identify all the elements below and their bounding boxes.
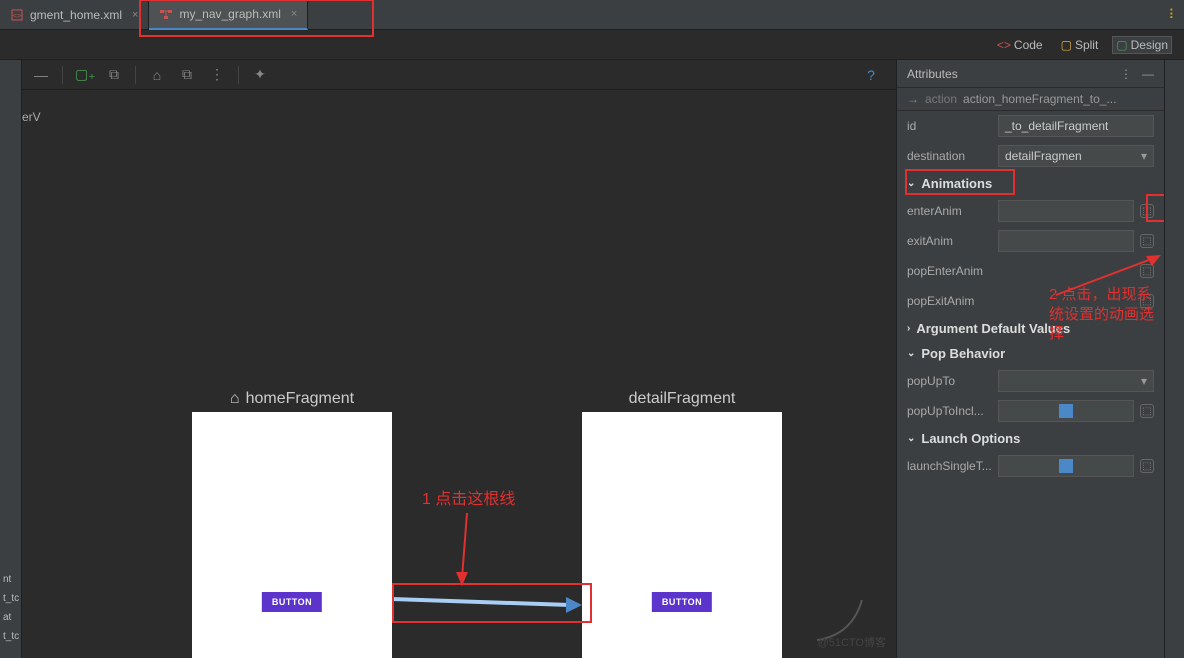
popuptoincl-checkbox[interactable]	[998, 400, 1134, 422]
truncated-text: erV	[22, 110, 41, 124]
sparkle-icon[interactable]: ⠇	[1168, 7, 1178, 23]
id-input[interactable]: _to_detailFragment	[998, 115, 1154, 137]
fragment-home[interactable]: ⌂ homeFragment BUTTON	[192, 390, 392, 658]
nest-graph-icon[interactable]: ⧉	[105, 66, 123, 83]
arrow-icon: →	[907, 92, 919, 106]
gutter-item: nt	[0, 570, 21, 589]
more-icon[interactable]: ⋮	[1120, 67, 1132, 81]
attributes-panel: Attributes ⋮ — → actionaction_homeFragmen…	[896, 60, 1164, 658]
section-animations[interactable]: ⌄ Animations	[897, 171, 1164, 196]
picker-icon[interactable]: ⬚	[1140, 234, 1154, 248]
exitanim-input[interactable]	[998, 230, 1134, 252]
attr-popuptoincl-row: popUpToIncl... ⬚	[897, 396, 1164, 426]
gutter-item: at	[0, 608, 21, 627]
view-split-btn[interactable]: ▢Split	[1057, 36, 1103, 54]
section-launch[interactable]: ⌄ Launch Options	[897, 426, 1164, 451]
fragment-preview: BUTTON	[192, 412, 392, 658]
auto-arrange-icon[interactable]: ✦	[251, 66, 269, 83]
destination-dropdown[interactable]: detailFragmen▾	[998, 145, 1154, 167]
right-gutter	[1164, 60, 1184, 658]
annotation-box-picker	[1146, 194, 1164, 222]
left-gutter: nt t_tc at t_tc	[0, 60, 22, 658]
link-icon[interactable]: ⧉	[178, 66, 196, 83]
home-icon[interactable]: ⌂	[148, 67, 166, 83]
attr-popupto-row: popUpTo ▾	[897, 366, 1164, 396]
home-icon: ⌂	[230, 390, 240, 408]
attr-enteranim-row: enterAnim ⬚	[897, 196, 1164, 226]
chevron-down-icon: ▾	[1141, 374, 1147, 388]
collapse-icon[interactable]: —	[32, 67, 50, 83]
chevron-down-icon: ▾	[1141, 149, 1147, 163]
attributes-header: Attributes ⋮ —	[897, 60, 1164, 88]
button-widget: BUTTON	[262, 592, 322, 612]
split-icon: ▢	[1061, 38, 1072, 52]
minimize-icon[interactable]: —	[1142, 67, 1154, 81]
fragment-title: detailFragment	[582, 390, 782, 408]
launchsingle-checkbox[interactable]	[998, 455, 1134, 477]
gutter-item: t_tc	[0, 589, 21, 608]
close-icon[interactable]: ×	[132, 9, 138, 21]
canvas-area: — ▢₊ ⧉ ⌂ ⧉ ⋮ ✦ ? erV ⌂ homeFragment BUTT…	[22, 60, 896, 658]
svg-text:<>: <>	[13, 13, 21, 20]
tab-label: gment_home.xml	[30, 8, 122, 22]
annotation-arrow-2	[1046, 250, 1164, 300]
design-icon: ▢	[1116, 38, 1127, 52]
annotation-text-1: 1 点击这根线	[422, 485, 515, 509]
selection-crumb: → actionaction_homeFragment_to_...	[897, 88, 1164, 111]
view-design-btn[interactable]: ▢Design	[1112, 36, 1172, 54]
fragment-detail[interactable]: detailFragment BUTTON	[582, 390, 782, 658]
panel-title: Attributes	[907, 67, 958, 81]
annotation-arrow-1	[452, 508, 482, 588]
code-icon: <>	[997, 38, 1011, 52]
xml-icon: <>	[10, 8, 24, 22]
watermark: @51CTO博客	[818, 634, 886, 650]
file-tab-home-xml[interactable]: <> gment_home.xml ×	[0, 0, 149, 30]
canvas-toolbar: — ▢₊ ⧉ ⌂ ⧉ ⋮ ✦ ?	[22, 60, 896, 90]
annotation-box-arrow	[392, 583, 592, 623]
picker-icon[interactable]: ⬚	[1140, 404, 1154, 418]
fragment-preview: BUTTON	[582, 412, 782, 658]
picker-icon[interactable]: ⬚	[1140, 459, 1154, 473]
annotation-box-animations	[905, 169, 1015, 195]
attr-launchsingle-row: launchSingleT... ⬚	[897, 451, 1164, 481]
add-destination-icon[interactable]: ▢₊	[75, 66, 93, 83]
popupto-dropdown[interactable]: ▾	[998, 370, 1154, 392]
section-popbehavior[interactable]: ⌄ Pop Behavior	[897, 341, 1164, 366]
chevron-down-icon: ⌄	[907, 433, 915, 444]
button-widget: BUTTON	[652, 592, 712, 612]
help-icon[interactable]: ?	[862, 67, 880, 83]
chevron-down-icon: ⌄	[907, 348, 915, 359]
attr-destination-row: destination detailFragmen▾	[897, 141, 1164, 171]
attr-id-row: id _to_detailFragment	[897, 111, 1164, 141]
more-icon[interactable]: ⋮	[208, 66, 226, 83]
gutter-item: t_tc	[0, 627, 21, 646]
chevron-right-icon: ›	[907, 323, 910, 334]
enteranim-input[interactable]	[998, 200, 1134, 222]
design-canvas[interactable]: erV ⌂ homeFragment BUTTON detailFragment…	[22, 90, 896, 658]
fragment-title: ⌂ homeFragment	[192, 390, 392, 408]
view-code-btn[interactable]: <>Code	[993, 36, 1047, 54]
annotation-box-tab	[139, 0, 374, 37]
